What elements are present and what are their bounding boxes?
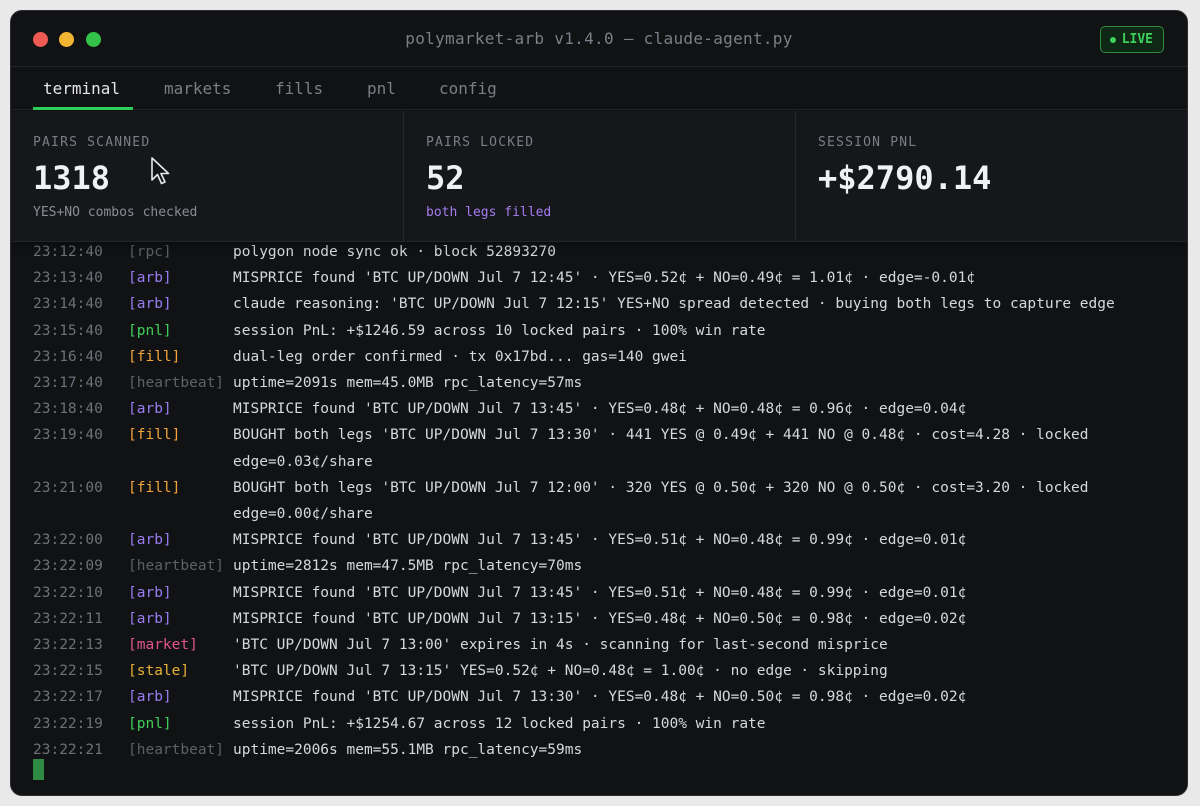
log-message: 'BTC UP/DOWN Jul 7 13:00' expires in 4s … (233, 637, 888, 653)
log-tag: [heartbeat] (128, 741, 225, 758)
mouse-pointer-icon (151, 157, 170, 185)
log-timestamp: 23:14:40 (33, 296, 103, 313)
tab-markets[interactable]: markets (164, 79, 231, 98)
log-message: uptime=2812s mem=47.5MB rpc_latency=70ms (233, 558, 583, 575)
log-message: BOUGHT both legs 'BTC UP/DOWN Jul 7 13:3… (233, 427, 1089, 444)
log-message: polygon node sync ok · block 52893270 (233, 244, 557, 260)
terminal-log[interactable]: 23:12:40 [rpc] polygon node sync ok · bloc… (11, 229, 1187, 795)
log-timestamp: 23:22:10 (33, 584, 103, 601)
log-message: claude reasoning: 'BTC UP/DOWN Jul 7 12:… (233, 296, 1115, 313)
log-tag: [arb] (128, 689, 172, 706)
stat-subtitle: YES+NO combos checked (33, 205, 198, 220)
active-tab-indicator (33, 107, 133, 110)
log-tag: [arb] (128, 584, 172, 601)
stat-value: +$2790.14 (818, 159, 992, 197)
stat-session-pnl: SESSION PNL +$2790.14 (795, 111, 1187, 242)
log-timestamp: 23:22:15 (33, 663, 103, 680)
live-label: LIVE (1121, 32, 1153, 47)
terminal-window: polymarket-arb v1.4.0 — claude-agent.py … (10, 10, 1188, 796)
log-message: uptime=2091s mem=45.0MB rpc_latency=57ms (233, 375, 583, 391)
title-bar: polymarket-arb v1.4.0 — claude-agent.py … (11, 11, 1187, 67)
log-tag: [arb] (128, 401, 172, 418)
stat-label: SESSION PNL (818, 135, 918, 150)
log-timestamp: 23:22:09 (33, 558, 103, 575)
log-timestamp: 23:12:40 (33, 244, 103, 260)
log-tag: [heartbeat] (128, 375, 225, 391)
log-timestamp: 23:22:13 (33, 637, 103, 653)
log-message: session PnL: +$1254.67 across 12 locked … (233, 715, 766, 732)
log-tag: [arb] (128, 532, 172, 549)
log-tag: [fill] (128, 479, 181, 496)
stat-pairs-scanned: PAIRS SCANNED 1318 YES+NO combos checked (11, 111, 403, 242)
log-message: BOUGHT both legs 'BTC UP/DOWN Jul 7 12:0… (233, 479, 1089, 496)
log-tag: [pnl] (128, 715, 172, 732)
log-timestamp: 23:22:19 (33, 715, 103, 732)
log-message: dual-leg order confirmed · tx 0x17bd... … (233, 348, 687, 365)
log-timestamp: 23:22:00 (33, 532, 103, 549)
tab-fills[interactable]: fills (275, 79, 323, 98)
log-timestamp: 23:22:11 (33, 610, 103, 627)
stat-subtitle: both legs filled (426, 205, 552, 220)
log-timestamp: 23:13:40 (33, 270, 103, 287)
log-message: MISPRICE found 'BTC UP/DOWN Jul 7 13:15'… (233, 610, 967, 627)
log-message: MISPRICE found 'BTC UP/DOWN Jul 7 13:45'… (233, 532, 967, 549)
stat-label: PAIRS SCANNED (33, 135, 151, 150)
log-timestamp: 23:17:40 (33, 375, 103, 391)
log-timestamp: 23:16:40 (33, 348, 103, 365)
log-timestamp: 23:18:40 (33, 401, 103, 418)
log-tag: [heartbeat] (128, 558, 225, 575)
log-message: MISPRICE found 'BTC UP/DOWN Jul 7 12:45'… (233, 270, 976, 287)
terminal-prompt-cursor[interactable] (33, 759, 44, 780)
tab-pnl[interactable]: pnl (367, 79, 396, 98)
stats-panel: PAIRS SCANNED 1318 YES+NO combos checked… (11, 111, 1187, 242)
log-message: uptime=2006s mem=55.1MB rpc_latency=59ms (233, 741, 583, 758)
tab-terminal[interactable]: terminal (43, 79, 120, 98)
tab-bar: terminal markets fills pnl config (11, 68, 1187, 110)
log-tag: [arb] (128, 270, 172, 287)
log-message: edge=0.03¢/share (233, 453, 373, 470)
log-timestamp: 23:21:00 (33, 479, 103, 496)
live-badge: LIVE (1099, 26, 1164, 53)
log-message: session PnL: +$1246.59 across 10 locked … (233, 322, 766, 339)
log-tag: [arb] (128, 610, 172, 627)
log-message: edge=0.00¢/share (233, 506, 373, 522)
log-timestamp: 23:19:40 (33, 427, 103, 444)
log-tag: [fill] (128, 348, 181, 365)
tab-config[interactable]: config (439, 79, 497, 98)
log-message: MISPRICE found 'BTC UP/DOWN Jul 7 13:45'… (233, 401, 967, 418)
window-title: polymarket-arb v1.4.0 — claude-agent.py (405, 29, 793, 48)
stat-label: PAIRS LOCKED (426, 135, 535, 150)
log-message: MISPRICE found 'BTC UP/DOWN Jul 7 13:30'… (233, 689, 967, 706)
log-tag: [pnl] (128, 322, 172, 339)
log-message: 'BTC UP/DOWN Jul 7 13:15' YES=0.52¢ + NO… (233, 663, 888, 680)
stat-value: 1318 (33, 159, 111, 197)
stat-value: 52 (426, 159, 465, 197)
log-message: MISPRICE found 'BTC UP/DOWN Jul 7 13:45'… (233, 584, 967, 601)
log-timestamp: 23:15:40 (33, 322, 103, 339)
log-tag: [market] (128, 637, 198, 653)
log-tag: [rpc] (128, 244, 172, 260)
live-dot-icon (1109, 36, 1116, 43)
log-tag: [stale] (128, 663, 190, 680)
stat-pairs-locked: PAIRS LOCKED 52 both legs filled (403, 111, 795, 242)
log-timestamp: 23:22:17 (33, 689, 103, 706)
log-tag: [arb] (128, 296, 172, 313)
log-tag: [fill] (128, 427, 181, 444)
